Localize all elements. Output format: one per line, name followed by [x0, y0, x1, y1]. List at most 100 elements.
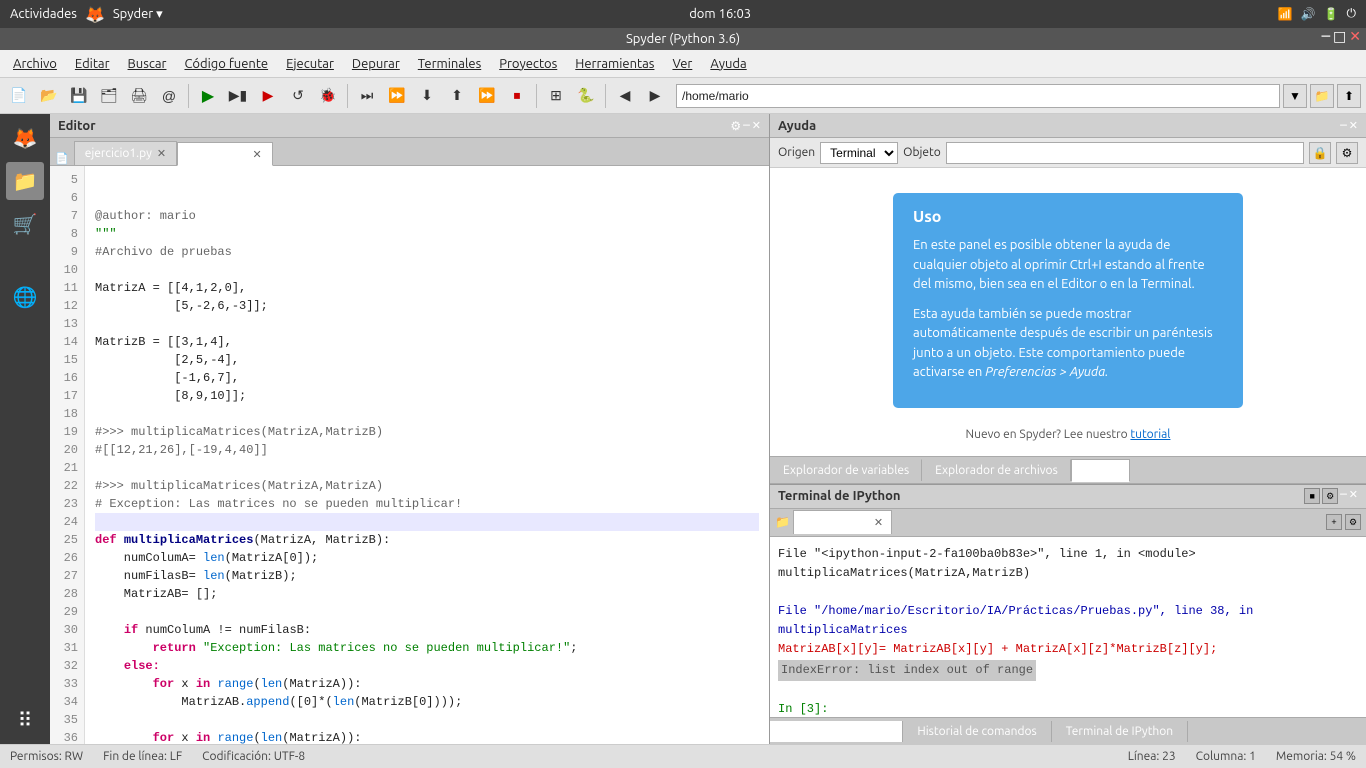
stop-btn[interactable]: ⏹: [503, 82, 531, 110]
battery-icon: 🔋: [1324, 7, 1339, 21]
debug-step-btn[interactable]: ⏭: [353, 82, 381, 110]
debug-into-btn[interactable]: ⬇: [413, 82, 441, 110]
menu-ayuda[interactable]: Ayuda: [702, 54, 754, 74]
debug-out-btn[interactable]: ⬆: [443, 82, 471, 110]
tab-ejercicio1[interactable]: ejercicio1.py ✕: [74, 141, 177, 165]
close-btn[interactable]: ✕: [1349, 28, 1361, 45]
origin-dropdown[interactable]: Terminal Editor: [820, 142, 898, 164]
code-line-7: """: [95, 227, 117, 241]
code-line-35: for x in range(len(MatrizA)):: [95, 731, 361, 744]
tab-pruebas-close[interactable]: ✕: [252, 148, 261, 161]
menu-codigo-fuente[interactable]: Código fuente: [176, 54, 276, 74]
minimize-btn[interactable]: ─: [1322, 28, 1330, 45]
editor-settings-icon[interactable]: ⚙: [730, 119, 741, 133]
help-corner-close[interactable]: ✕: [1349, 119, 1358, 132]
path-up-btn[interactable]: ⬆: [1337, 84, 1361, 108]
path-dropdown-btn[interactable]: ▼: [1283, 84, 1307, 108]
sidebar-files-icon[interactable]: 📁: [6, 162, 44, 200]
spyder-btn[interactable]: ⊞: [542, 82, 570, 110]
code-area[interactable]: 5678910111213141516171819202122232425262…: [50, 166, 769, 744]
path-bar: /home/mario ▼ 📁 ⬆: [676, 84, 1361, 108]
sidebar-browser-icon[interactable]: 🌐: [6, 278, 44, 316]
tab-historial-comandos[interactable]: Historial de comandos: [903, 721, 1051, 742]
tab-pruebas[interactable]: Pruebas.py ✕: [177, 142, 273, 166]
path-open-btn[interactable]: 📁: [1310, 84, 1334, 108]
menu-archivo[interactable]: Archivo: [5, 54, 65, 74]
code-content[interactable]: @author: mario """ #Archivo de pruebas M…: [85, 166, 769, 744]
ipython-tab-1[interactable]: Terminal 1/A ✕: [793, 510, 892, 534]
code-line-11: [5,-2,6,-3]];: [95, 299, 268, 313]
path-input[interactable]: /home/mario: [676, 84, 1280, 108]
term-line-5: MatrizAB[x][y]= MatrizAB[x][y] + MatrizA…: [778, 642, 1217, 656]
sidebar-store-icon[interactable]: 🛒: [6, 205, 44, 243]
activities-label[interactable]: Actividades: [10, 7, 77, 21]
print-btn[interactable]: 🖨: [125, 82, 153, 110]
menu-ver[interactable]: Ver: [664, 54, 700, 74]
ipython-corner-min[interactable]: ─: [1340, 488, 1347, 504]
rerun-btn[interactable]: ↺: [284, 82, 312, 110]
tab-explorador-archivos[interactable]: Explorador de archivos: [922, 459, 1071, 481]
run-cell-btn[interactable]: ▶▮: [224, 82, 252, 110]
tab-explorador-variables[interactable]: Explorador de variables: [770, 459, 922, 481]
ipython-stop-btn[interactable]: ■: [1304, 488, 1320, 504]
terminal-content[interactable]: File "<ipython-input-2-fa100ba0b83e>", l…: [770, 537, 1366, 717]
term-line-2: multiplicaMatrices(MatrizA,MatrizB): [778, 566, 1030, 580]
nav-back-btn[interactable]: ◀: [611, 82, 639, 110]
tab-ayuda[interactable]: Ayuda: [1071, 459, 1131, 482]
help-lock-btn[interactable]: 🔒: [1309, 142, 1331, 164]
menu-depurar[interactable]: Depurar: [344, 54, 408, 74]
menu-editar[interactable]: Editar: [67, 54, 118, 74]
help-panel: Ayuda ─ ✕ Origen Terminal Editor Objeto …: [770, 114, 1366, 485]
run-selection-btn[interactable]: ▶: [254, 82, 282, 110]
debug-continue-btn[interactable]: ⏩: [473, 82, 501, 110]
ipython-header: Terminal de IPython ■ ⚙ ─ ✕: [770, 485, 1366, 509]
term-line-4: multiplicaMatrices: [778, 623, 908, 637]
ipython-title: Terminal de IPython: [778, 489, 901, 503]
open-file-btn[interactable]: 📂: [35, 82, 63, 110]
topbar: Actividades 🦊 Spyder ▾ dom 16:03 📶 🔊 🔋 ⏻: [0, 0, 1366, 28]
right-panel: Ayuda ─ ✕ Origen Terminal Editor Objeto …: [770, 114, 1366, 744]
python-btn[interactable]: 🐍: [572, 82, 600, 110]
help-gear-btn[interactable]: ⚙: [1336, 142, 1358, 164]
tab-terminal-ipython[interactable]: Terminal de IPython: [1052, 721, 1188, 742]
ipython-corner-close[interactable]: ✕: [1349, 488, 1358, 504]
spyder-menu[interactable]: Spyder ▾: [113, 7, 163, 22]
tutorial-link[interactable]: tutorial: [1130, 428, 1170, 441]
debug-btn[interactable]: 🐞: [314, 82, 342, 110]
menu-ejecutar[interactable]: Ejecutar: [278, 54, 342, 74]
help-corner-min[interactable]: ─: [1340, 119, 1347, 132]
menu-proyectos[interactable]: Proyectos: [491, 54, 565, 74]
nav-fwd-btn[interactable]: ▶: [641, 82, 669, 110]
maximize-btn[interactable]: □: [1333, 28, 1346, 45]
sidebar-firefox-icon[interactable]: 🦊: [6, 119, 44, 157]
save-btn[interactable]: 💾: [65, 82, 93, 110]
tab-ejercicio1-close[interactable]: ✕: [157, 147, 166, 160]
ipython-settings-btn[interactable]: ⚙: [1345, 514, 1361, 530]
editor-corner-close[interactable]: ✕: [752, 119, 761, 133]
code-line-19: #[[12,21,26],[-19,4,40]]: [95, 443, 268, 457]
tab-terminal-python[interactable]: Terminal de Python: [770, 721, 903, 742]
ipython-tabs-bar: 📁 Terminal 1/A ✕ + ⚙: [770, 509, 1366, 537]
object-input[interactable]: [946, 142, 1304, 164]
ipython-gear-btn[interactable]: ⚙: [1322, 488, 1338, 504]
menu-buscar[interactable]: Buscar: [120, 54, 175, 74]
sidebar-apps-icon[interactable]: ⠿: [6, 701, 44, 739]
new-file-btn[interactable]: 📄: [5, 82, 33, 110]
code-line-29: if numColumA != numFilasB:: [95, 623, 311, 637]
ipython-new-btn[interactable]: +: [1326, 514, 1342, 530]
save-all-btn[interactable]: 🗂: [95, 82, 123, 110]
editor-corner-min[interactable]: ─: [743, 119, 750, 133]
ipython-tab-1-close[interactable]: ✕: [874, 516, 883, 529]
code-line-16: [8,9,10]];: [95, 389, 246, 403]
debug-next-btn[interactable]: ⏩: [383, 82, 411, 110]
term-line-1: File "<ipython-input-2-fa100ba0b83e>", l…: [778, 547, 1196, 561]
toolbar: 📄 📂 💾 🗂 🖨 @ ▶ ▶▮ ▶ ↺ 🐞 ⏭ ⏩ ⬇ ⬆ ⏩ ⏹ ⊞ 🐍 ◀…: [0, 78, 1366, 114]
editor-tabs-bar: 📄 ejercicio1.py ✕ Pruebas.py ✕: [50, 138, 769, 166]
help-controls: Origen Terminal Editor Objeto 🔒 ⚙: [770, 138, 1366, 168]
at-btn[interactable]: @: [155, 82, 183, 110]
code-line-27: MatrizAB= [];: [95, 587, 217, 601]
menu-herramientas[interactable]: Herramientas: [567, 54, 662, 74]
menu-terminales[interactable]: Terminales: [410, 54, 489, 74]
bottom-tabs: Terminal de Python Historial de comandos…: [770, 717, 1366, 745]
run-btn[interactable]: ▶: [194, 82, 222, 110]
